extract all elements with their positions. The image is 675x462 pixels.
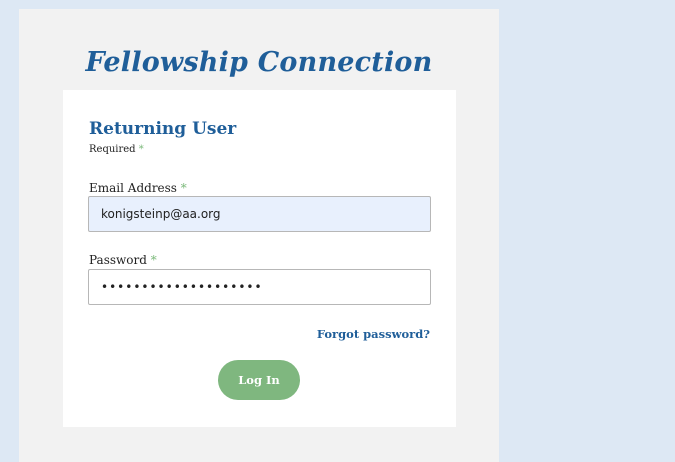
email-required-star: * [180,181,187,195]
password-label: Password * [89,253,157,267]
email-label: Email Address * [89,181,187,195]
required-star: * [138,144,144,155]
required-note-text: Required [89,144,136,155]
password-required-star: * [150,253,157,267]
card-heading: Returning User [89,119,237,139]
email-field[interactable] [88,196,431,232]
email-label-text: Email Address [89,181,177,195]
forgot-password-link[interactable]: Forgot password? [317,327,430,341]
required-note: Required * [89,144,144,155]
password-field[interactable] [88,269,431,305]
login-card: Returning User Required * Email Address … [63,90,456,427]
login-button[interactable]: Log In [218,360,300,400]
site-title: Fellowship Connection [85,47,433,78]
login-panel: Fellowship Connection Returning User Req… [19,9,499,462]
password-label-text: Password [89,253,147,267]
